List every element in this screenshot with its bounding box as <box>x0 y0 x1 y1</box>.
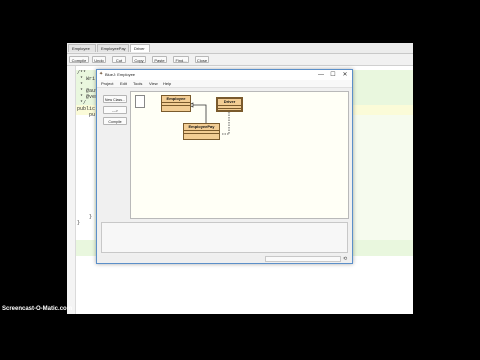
paste-button[interactable]: Paste <box>152 56 167 63</box>
inheritance-arrow-button[interactable]: ---> <box>103 106 127 114</box>
title-bar: ✦ BlueJ: Employee — ☐ ✕ <box>97 70 352 80</box>
tab-label: EmployeePay <box>101 46 126 51</box>
menu-help[interactable]: Help <box>163 80 171 87</box>
menu-edit[interactable]: Edit <box>120 80 127 87</box>
class-separator <box>184 131 219 134</box>
menu-view[interactable]: View <box>149 80 158 87</box>
compile-project-button[interactable]: Compile <box>103 117 127 125</box>
bluej-bird-icon: ✦ <box>99 71 104 77</box>
menu-project[interactable]: Project <box>101 80 113 87</box>
class-separator <box>162 103 190 106</box>
close-button[interactable]: Close <box>195 56 209 63</box>
class-name: Driver <box>218 99 241 106</box>
class-driver[interactable]: Driver <box>216 97 243 112</box>
compile-button[interactable]: Compile <box>69 56 89 63</box>
undo-button[interactable]: Undo <box>92 56 106 63</box>
maximize-icon[interactable]: ☐ <box>327 70 339 80</box>
class-name: EmployeePay <box>184 124 219 131</box>
tab-employeepay[interactable]: EmployeePay × <box>97 44 129 59</box>
readme-note-icon[interactable] <box>135 95 145 108</box>
terminal-area[interactable] <box>101 222 348 253</box>
tool-panel: New Class... ---> Compile <box>101 91 129 219</box>
machine-icon[interactable]: ⟲ <box>343 256 347 262</box>
new-class-button[interactable]: New Class... <box>103 95 127 103</box>
class-name: Employee <box>162 96 190 103</box>
status-field <box>265 256 341 262</box>
editor-tabs: Employee × EmployeePay × Driver × <box>67 43 413 59</box>
tab-label: Employee <box>72 46 90 51</box>
status-bar: ⟲ <box>97 255 352 263</box>
class-diagram[interactable]: Employee Driver EmployeePay <box>130 91 349 219</box>
bluej-project-window: ✦ BlueJ: Employee — ☐ ✕ Project Edit Too… <box>96 69 353 264</box>
tab-label: Driver <box>134 46 145 51</box>
close-icon[interactable]: ✕ <box>339 70 351 80</box>
cut-button[interactable]: Cut <box>112 56 126 63</box>
tab-employee[interactable]: Employee × <box>68 44 96 59</box>
find-button[interactable]: Find... <box>173 56 189 63</box>
line-number-gutter <box>67 66 76 314</box>
minimize-icon[interactable]: — <box>315 70 327 80</box>
copy-button[interactable]: Copy <box>132 56 146 63</box>
code-line: } <box>77 220 81 226</box>
menu-bar: Project Edit Tools View Help <box>97 80 352 88</box>
tab-driver[interactable]: Driver × <box>130 44 150 59</box>
code-line: pu <box>77 112 96 118</box>
menu-tools[interactable]: Tools <box>133 80 142 87</box>
class-employeepay[interactable]: EmployeePay <box>183 123 220 140</box>
watermark: Screencast-O-Matic.com <box>2 306 73 312</box>
window-title: BlueJ: Employee <box>105 72 136 77</box>
class-separator <box>218 106 241 109</box>
class-employee[interactable]: Employee <box>161 95 191 112</box>
editor-toolbar: Compile Undo Cut Copy Paste Find... Clos… <box>67 54 413 66</box>
